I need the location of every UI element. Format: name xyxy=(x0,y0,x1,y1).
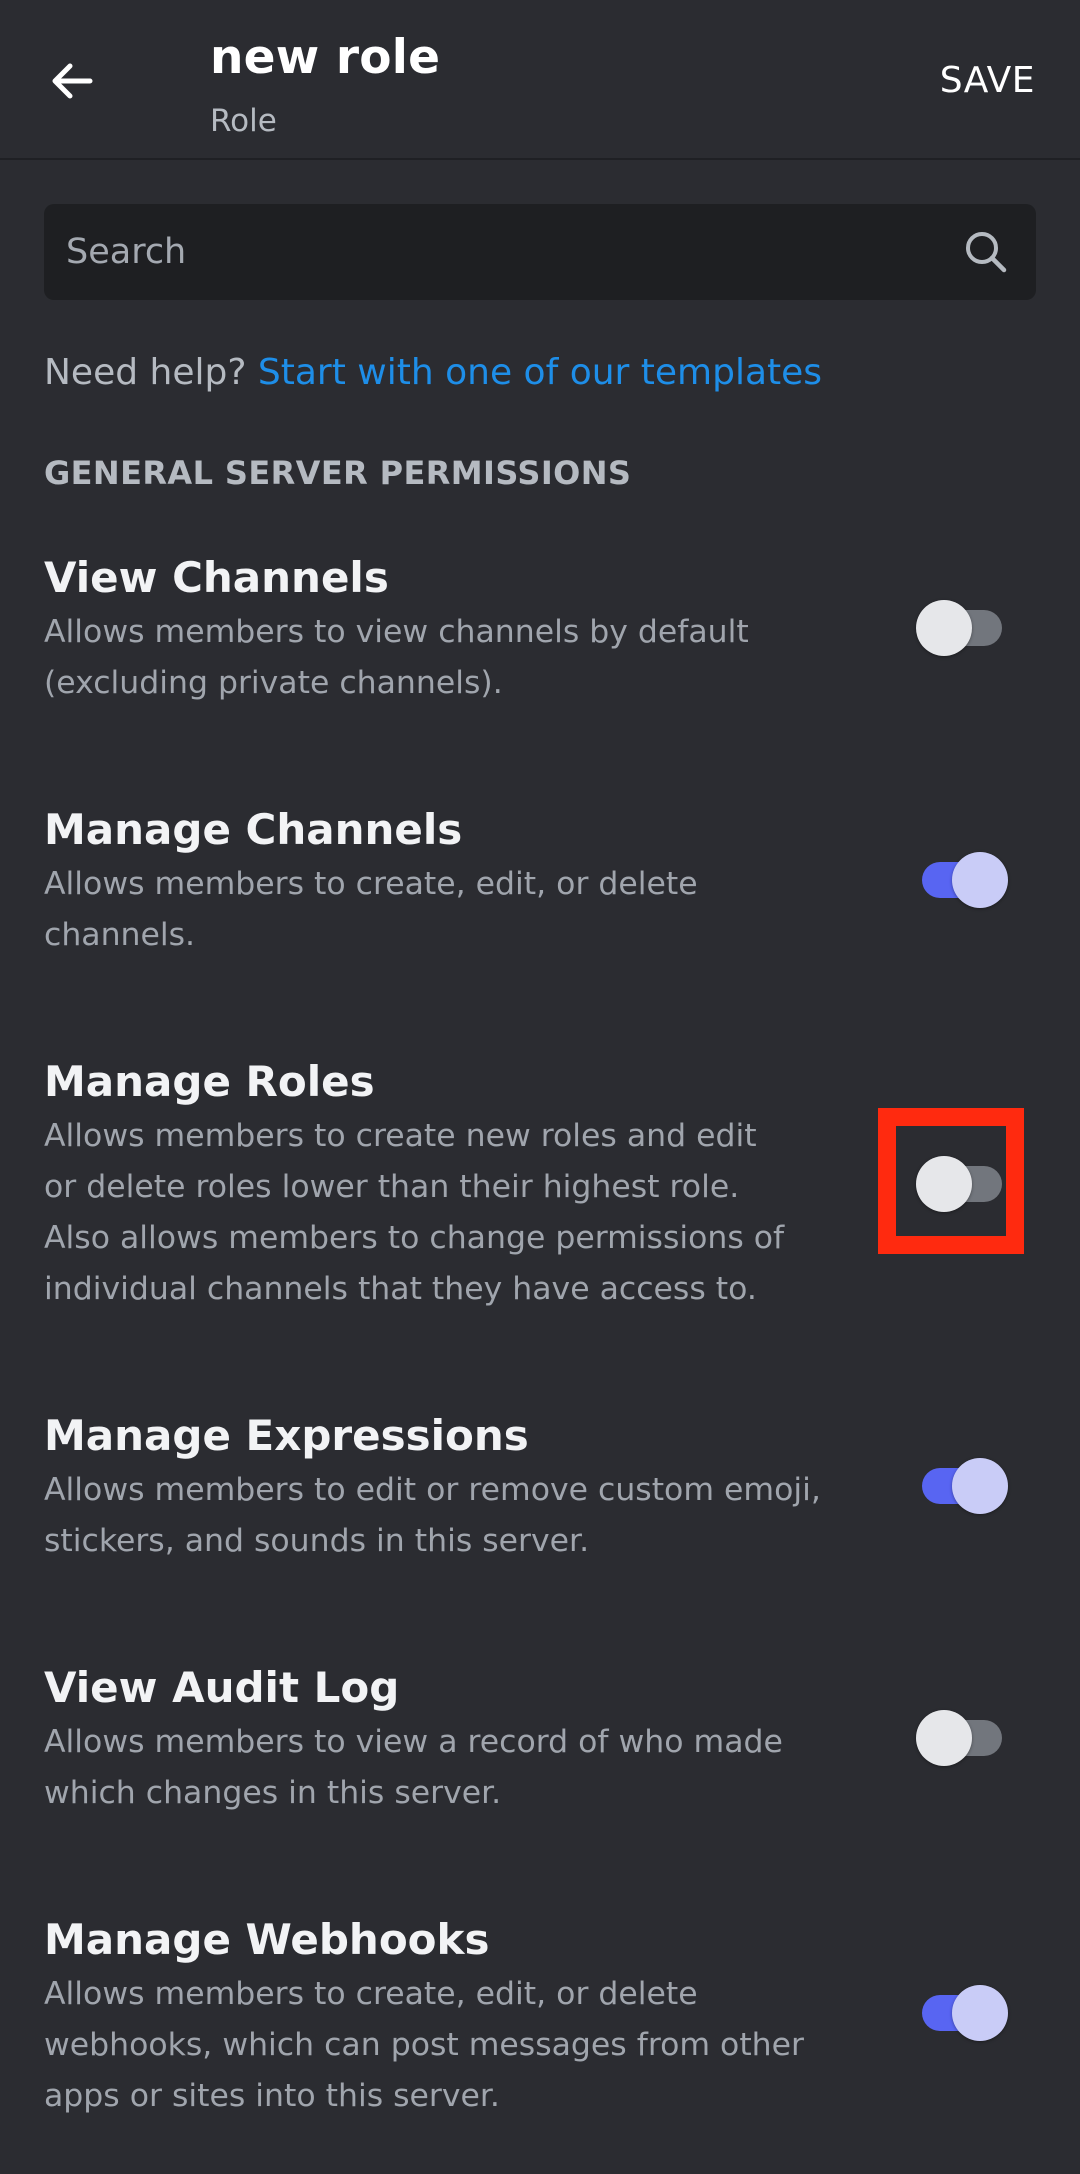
permission-description: Allows members to edit or remove custom … xyxy=(44,1465,824,1567)
arrow-left-icon xyxy=(52,63,93,99)
page-subtitle: Role xyxy=(210,103,277,139)
help-prefix: Need help? xyxy=(44,352,247,393)
toggle-thumb xyxy=(952,1458,1008,1514)
templates-link[interactable]: Start with one of our templates xyxy=(258,352,822,393)
description-line: webhooks, which can post messages from o… xyxy=(44,2027,804,2063)
toggle-view-channels[interactable] xyxy=(916,600,1008,656)
permission-description: Allows members to create new roles and e… xyxy=(44,1111,824,1315)
section-header: GENERAL SERVER PERMISSIONS xyxy=(44,454,632,492)
toggle-manage-channels[interactable] xyxy=(916,852,1008,908)
description-line: Allows members to create, edit, or delet… xyxy=(44,1976,698,2012)
description-line: Allows members to create, edit, or delet… xyxy=(44,866,698,902)
permission-title: Manage Channels xyxy=(44,805,463,854)
back-button[interactable] xyxy=(36,45,108,117)
description-line: individual channels that they have acces… xyxy=(44,1271,757,1307)
toggle-manage-roles[interactable] xyxy=(916,1156,1008,1212)
toggle-thumb xyxy=(916,600,972,656)
search-icon[interactable] xyxy=(960,226,1012,278)
permission-description: Allows members to create, edit, or delet… xyxy=(44,1969,824,2122)
permission-description: Allows members to view a record of who m… xyxy=(44,1717,824,1819)
toggle-thumb xyxy=(916,1156,972,1212)
permission-title: Manage Roles xyxy=(44,1057,375,1106)
permission-title: Manage Expressions xyxy=(44,1411,529,1460)
app-header: new role Role SAVE xyxy=(0,0,1080,160)
toggle-thumb xyxy=(952,1985,1008,2041)
toggle-manage-expressions[interactable] xyxy=(916,1458,1008,1514)
description-line: which changes in this server. xyxy=(44,1775,502,1811)
description-line: channels. xyxy=(44,917,196,953)
permission-title: View Audit Log xyxy=(44,1663,400,1712)
toggle-manage-webhooks[interactable] xyxy=(916,1985,1008,2041)
permission-title: Manage Webhooks xyxy=(44,1915,490,1964)
toggle-view-audit-log[interactable] xyxy=(916,1710,1008,1766)
toggle-thumb xyxy=(952,852,1008,908)
permission-description: Allows members to view channels by defau… xyxy=(44,607,824,709)
description-line: Allows members to view a record of who m… xyxy=(44,1724,783,1760)
permission-description: Allows members to create, edit, or delet… xyxy=(44,859,824,961)
description-line: stickers, and sounds in this server. xyxy=(44,1523,590,1559)
help-line: Need help? Start with one of our templat… xyxy=(44,352,822,393)
description-line: (excluding private channels). xyxy=(44,665,503,701)
description-line: Allows members to edit or remove custom … xyxy=(44,1472,821,1508)
description-line: apps or sites into this server. xyxy=(44,2078,500,2114)
description-line: Allows members to create new roles and e… xyxy=(44,1118,757,1154)
description-line: or delete roles lower than their highest… xyxy=(44,1169,740,1205)
description-line: Also allows members to change permission… xyxy=(44,1220,785,1256)
permission-title: View Channels xyxy=(44,553,389,602)
page-title: new role xyxy=(210,30,441,85)
search-input[interactable] xyxy=(44,204,944,300)
toggle-thumb xyxy=(916,1710,972,1766)
search-box xyxy=(44,204,1036,300)
save-button[interactable]: SAVE xyxy=(940,60,1035,101)
description-line: Allows members to view channels by defau… xyxy=(44,614,749,650)
